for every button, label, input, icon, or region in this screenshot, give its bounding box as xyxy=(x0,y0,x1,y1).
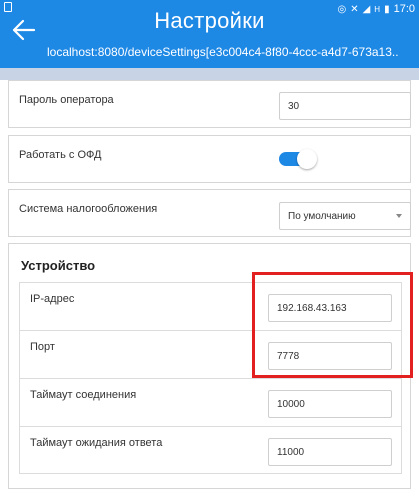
operator-password-input[interactable]: 30 xyxy=(279,92,411,120)
tax-system-label: Система налогообложения xyxy=(19,203,158,215)
connect-timeout-input[interactable]: 10000 xyxy=(268,390,392,418)
device-section-title: Устройство xyxy=(21,258,96,273)
tax-system-value: По умолчанию xyxy=(288,210,356,222)
ofd-toggle[interactable] xyxy=(279,149,317,169)
port-row: Порт 7778 xyxy=(19,330,402,378)
response-timeout-input[interactable]: 11000 xyxy=(268,438,392,466)
ip-input[interactable]: 192.168.43.163 xyxy=(268,294,392,322)
response-timeout-row: Таймаут ожидания ответа 11000 xyxy=(19,426,402,474)
ofd-label: Работать с ОФД xyxy=(19,149,102,161)
port-input[interactable]: 7778 xyxy=(268,342,392,370)
page-title: Настройки xyxy=(154,8,265,33)
app-bar: ◎ ✕ ◢ H ▮ 17:0 Настройки localhost:8080/… xyxy=(0,0,419,68)
connect-timeout-label: Таймаут соединения xyxy=(30,389,137,401)
response-timeout-label: Таймаут ожидания ответа xyxy=(30,437,163,449)
url-subtitle: localhost:8080/deviceSettings[e3c004c4-8… xyxy=(47,45,399,59)
device-card: Устройство IP-адрес 192.168.43.163 Порт … xyxy=(8,243,411,489)
connect-timeout-row: Таймаут соединения 10000 xyxy=(19,378,402,426)
tax-system-select[interactable]: По умолчанию xyxy=(279,202,411,230)
ofd-card: Работать с ОФД xyxy=(8,135,411,183)
header-stripe xyxy=(0,68,419,80)
toggle-knob xyxy=(297,149,317,169)
ip-label: IP-адрес xyxy=(30,293,75,305)
port-label: Порт xyxy=(30,341,55,353)
tax-system-card: Система налогообложения По умолчанию xyxy=(8,189,411,237)
ip-row: IP-адрес 192.168.43.163 xyxy=(19,282,402,330)
chevron-down-icon xyxy=(396,214,402,218)
operator-password-label: Пароль оператора xyxy=(19,94,114,106)
operator-password-card: Пароль оператора 30 xyxy=(8,80,411,128)
